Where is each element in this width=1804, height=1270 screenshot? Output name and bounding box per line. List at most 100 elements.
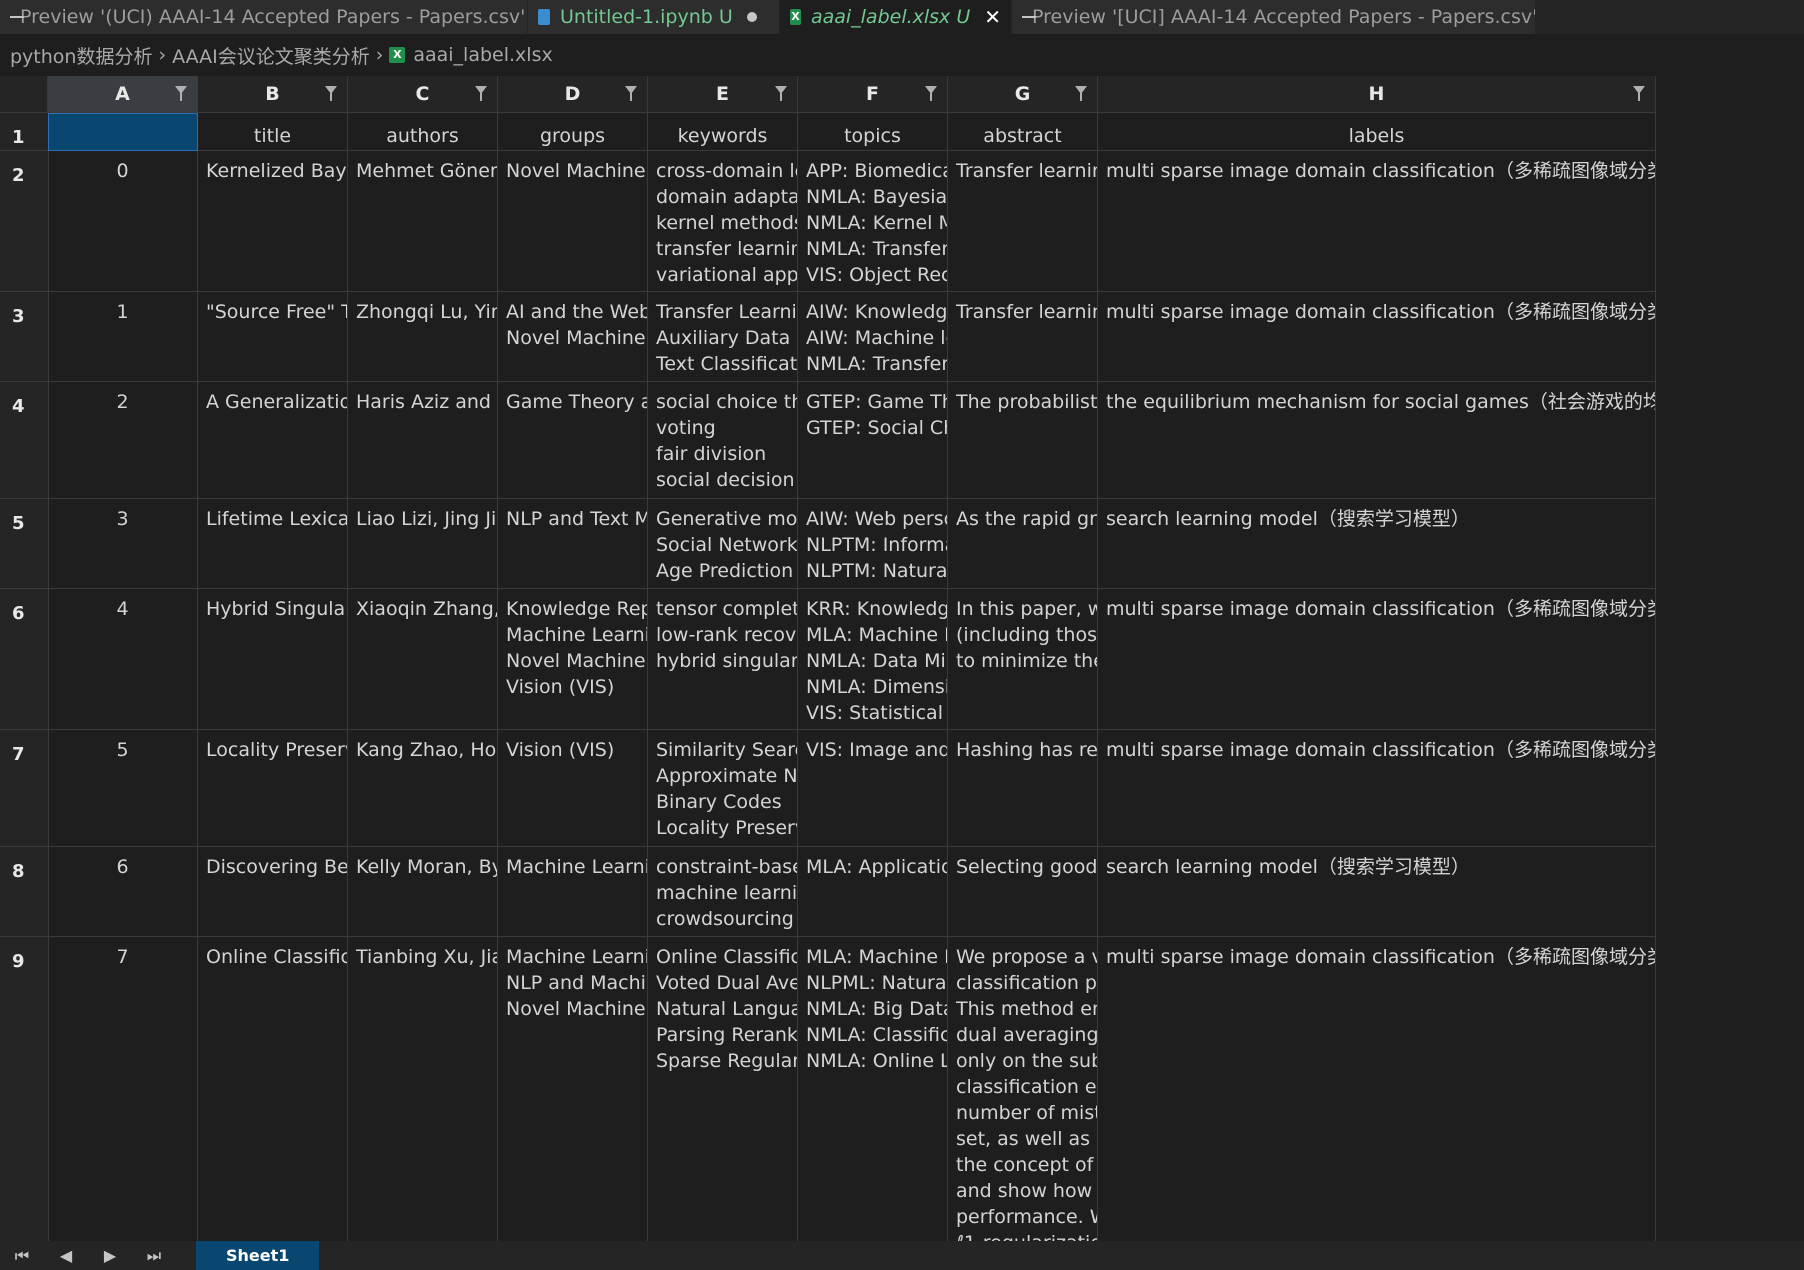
table-cell[interactable]: multi sparse image domain classification… <box>1098 937 1656 1241</box>
spreadsheet-grid[interactable]: A B C D E F G H 1 title authors groups keywords topic… <box>0 76 1804 1241</box>
table-cell[interactable]: Online Classifica Voted Dual Aver Natura… <box>648 937 798 1241</box>
table-cell[interactable]: Online Classifica <box>198 937 348 1241</box>
filter-icon[interactable] <box>775 86 787 101</box>
table-cell[interactable]: Novel Machine L <box>498 151 648 292</box>
column-header-a[interactable]: A <box>48 76 198 113</box>
header-cell[interactable]: title <box>198 113 348 151</box>
previous-sheet-icon[interactable]: ◀ <box>44 1241 88 1270</box>
table-cell[interactable]: constraint-based machine learning crowds… <box>648 847 798 937</box>
table-cell[interactable]: multi sparse image domain classification… <box>1098 589 1656 730</box>
header-cell[interactable]: abstract <box>948 113 1098 151</box>
filter-icon[interactable] <box>1633 86 1645 101</box>
table-cell[interactable]: tensor completio low-rank recove hybrid … <box>648 589 798 730</box>
table-cell[interactable]: APP: Biomedical NMLA: Bayesian NMLA: Ker… <box>798 151 948 292</box>
table-cell[interactable]: Haris Aziz and Pa <box>348 382 498 499</box>
filter-icon[interactable] <box>1075 86 1087 101</box>
selected-cell[interactable] <box>48 113 198 151</box>
table-cell[interactable]: 6 <box>48 847 198 937</box>
table-cell[interactable]: A Generalization <box>198 382 348 499</box>
table-cell[interactable]: Hashing has rece <box>948 730 1098 847</box>
last-sheet-icon[interactable]: ⏭ <box>132 1241 176 1270</box>
table-cell[interactable]: Tianbing Xu, Jian <box>348 937 498 1241</box>
table-cell[interactable]: We propose a vo classification pro This … <box>948 937 1098 1241</box>
column-header-h[interactable]: H <box>1098 76 1656 113</box>
table-cell[interactable]: Discovering Bett <box>198 847 348 937</box>
table-cell[interactable]: Machine Learnin NLP and Machin Novel Mac… <box>498 937 648 1241</box>
table-cell[interactable]: Hybrid Singular V <box>198 589 348 730</box>
table-cell[interactable]: Kelly Moran, Byr <box>348 847 498 937</box>
column-header-g[interactable]: G <box>948 76 1098 113</box>
table-cell[interactable]: As the rapid gro <box>948 499 1098 589</box>
header-cell[interactable]: keywords <box>648 113 798 151</box>
column-header-b[interactable]: B <box>198 76 348 113</box>
row-number[interactable]: 8 <box>0 847 48 937</box>
row-number[interactable]: 5 <box>0 499 48 589</box>
table-cell[interactable]: Selecting good c <box>948 847 1098 937</box>
table-cell[interactable]: NLP and Text Mi <box>498 499 648 589</box>
filter-icon[interactable] <box>325 86 337 101</box>
filter-icon[interactable] <box>625 86 637 101</box>
table-cell[interactable]: the equilibrium mechanism for social gam… <box>1098 382 1656 499</box>
row-number[interactable]: 3 <box>0 292 48 382</box>
table-cell[interactable]: Vision (VIS) <box>498 730 648 847</box>
table-cell[interactable]: search learning model（搜索学习模型） <box>1098 847 1656 937</box>
table-cell[interactable]: MLA: Machine Le NLPML: Natural NMLA: Big… <box>798 937 948 1241</box>
table-cell[interactable]: AI and the Web Novel Machine L <box>498 292 648 382</box>
table-cell[interactable]: 0 <box>48 151 198 292</box>
tab-untitled-notebook[interactable]: Untitled-1.ipynb U <box>528 0 780 34</box>
table-cell[interactable]: Kang Zhao, Hon <box>348 730 498 847</box>
table-cell[interactable]: cross-domain lea domain adaptati kernel … <box>648 151 798 292</box>
table-cell[interactable]: AIW: Web perso NLPTM: Informa NLPTM: Nat… <box>798 499 948 589</box>
table-cell[interactable]: Transfer learning <box>948 292 1098 382</box>
table-cell[interactable]: multi sparse image domain classification… <box>1098 292 1656 382</box>
table-cell[interactable]: Similarity Search Approximate Ne Binary … <box>648 730 798 847</box>
table-cell[interactable]: Xiaoqin Zhang, Z <box>348 589 498 730</box>
table-cell[interactable]: Generative mode Social Networks Age Pred… <box>648 499 798 589</box>
table-cell[interactable]: 1 <box>48 292 198 382</box>
header-cell[interactable]: authors <box>348 113 498 151</box>
sheet-tab[interactable]: Sheet1 <box>196 1241 320 1270</box>
column-header-d[interactable]: D <box>498 76 648 113</box>
row-number[interactable]: 9 <box>0 937 48 1241</box>
header-cell[interactable]: topics <box>798 113 948 151</box>
table-cell[interactable]: MLA: Applicatio <box>798 847 948 937</box>
table-cell[interactable]: Transfer learning <box>948 151 1098 292</box>
table-cell[interactable]: Transfer Learning Auxiliary Data Re Text… <box>648 292 798 382</box>
row-number[interactable]: 1 <box>0 113 48 151</box>
table-cell[interactable]: 5 <box>48 730 198 847</box>
tab-preview-papers-csv-2[interactable]: Preview '[UCI] AAAI-14 Accepted Papers -… <box>1012 0 1536 34</box>
tab-aaai-label-xlsx[interactable]: X aaai_label.xlsx U ✕ <box>780 0 1012 34</box>
table-cell[interactable]: multi sparse image domain classification… <box>1098 151 1656 292</box>
table-cell[interactable]: In this paper, we (including those to mi… <box>948 589 1098 730</box>
table-cell[interactable]: "Source Free" Tra <box>198 292 348 382</box>
row-number[interactable]: 2 <box>0 151 48 292</box>
table-cell[interactable]: Mehmet Gönen <box>348 151 498 292</box>
table-cell[interactable]: 4 <box>48 589 198 730</box>
table-cell[interactable]: 7 <box>48 937 198 1241</box>
row-number[interactable]: 7 <box>0 730 48 847</box>
next-sheet-icon[interactable]: ▶ <box>88 1241 132 1270</box>
table-cell[interactable]: Locality Preservin <box>198 730 348 847</box>
row-number[interactable]: 6 <box>0 589 48 730</box>
table-cell[interactable]: VIS: Image and V <box>798 730 948 847</box>
table-cell[interactable]: Liao Lizi, Jing Jia <box>348 499 498 589</box>
first-sheet-icon[interactable]: ⏮ <box>0 1241 44 1270</box>
breadcrumb-folder[interactable]: AAAI会议论文聚类分析 <box>172 42 370 69</box>
table-cell[interactable]: search learning model（搜索学习模型） <box>1098 499 1656 589</box>
table-cell[interactable]: Knowledge Repr Machine Learnin Novel Mac… <box>498 589 648 730</box>
table-cell[interactable]: Lifetime Lexical V <box>198 499 348 589</box>
filter-icon[interactable] <box>925 86 937 101</box>
tab-preview-papers-csv[interactable]: Preview '(UCI) AAAI-14 Accepted Papers -… <box>0 0 528 34</box>
table-cell[interactable]: The probabilistic <box>948 382 1098 499</box>
column-header-c[interactable]: C <box>348 76 498 113</box>
table-cell[interactable]: KRR: Knowledge MLA: Machine Le NMLA: Dat… <box>798 589 948 730</box>
table-cell[interactable]: Machine Learnin <box>498 847 648 937</box>
row-number[interactable]: 4 <box>0 382 48 499</box>
table-cell[interactable]: Zhongqi Lu, Yin <box>348 292 498 382</box>
column-header-e[interactable]: E <box>648 76 798 113</box>
breadcrumb-folder[interactable]: python数据分析 <box>10 42 152 69</box>
filter-icon[interactable] <box>175 86 187 101</box>
table-cell[interactable]: 3 <box>48 499 198 589</box>
table-cell[interactable]: AIW: Knowledge AIW: Machine le NMLA: Tra… <box>798 292 948 382</box>
table-cell[interactable]: Game Theory an <box>498 382 648 499</box>
